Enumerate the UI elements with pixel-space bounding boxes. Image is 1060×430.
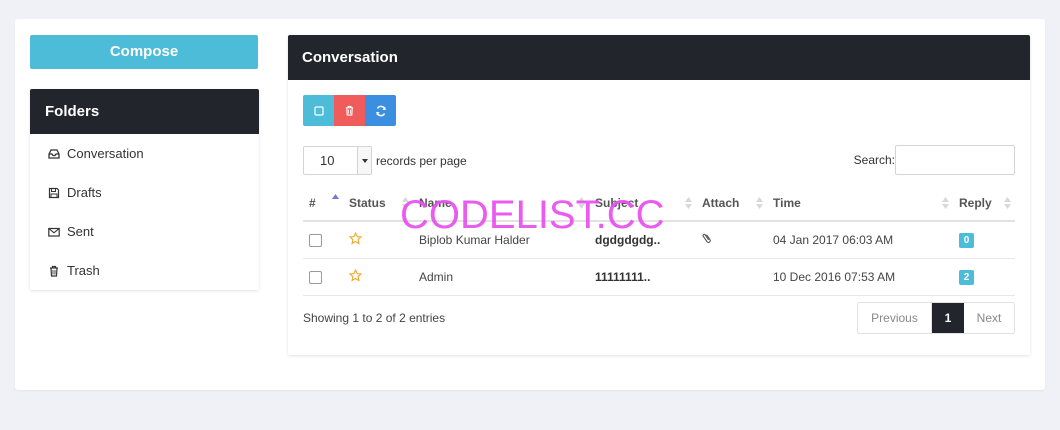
sort-icon (402, 197, 409, 209)
toolbar (303, 95, 396, 126)
row-attach-cell (696, 258, 767, 296)
previous-page-button[interactable]: Previous (858, 303, 932, 333)
row-reply-cell: 0 (953, 221, 1015, 259)
search-input[interactable] (895, 145, 1015, 175)
folders-panel: Folders Conversation Drafts Sent Trash (30, 89, 259, 290)
square-icon (313, 105, 324, 116)
inbox-icon (48, 148, 60, 159)
row-checkbox[interactable] (309, 233, 322, 247)
row-status-cell (343, 258, 413, 296)
reply-count-badge: 0 (959, 232, 974, 248)
reply-count-badge: 2 (959, 269, 974, 285)
column-header-attach[interactable]: Attach (696, 185, 767, 222)
trash-icon (345, 105, 354, 116)
records-per-page: 10 records per page (303, 146, 467, 175)
trash-icon (50, 265, 58, 277)
table-info: Showing 1 to 2 of 2 entries (303, 311, 446, 325)
folder-item-label: Sent (67, 224, 94, 239)
sort-icon (1004, 197, 1011, 209)
row-attach-cell (696, 221, 767, 259)
folders-title: Folders (30, 89, 259, 134)
folder-item-drafts[interactable]: Drafts (30, 173, 259, 212)
column-header-status[interactable]: Status (343, 185, 413, 222)
conversation-panel: Conversation 10 records per page Search: (288, 35, 1030, 355)
column-header-subject[interactable]: Subject (589, 185, 696, 222)
search-label: Search: (853, 153, 895, 167)
table-header-row: # Status Name Subject Attach Time Reply (303, 185, 1015, 222)
folder-item-sent[interactable]: Sent (30, 212, 259, 251)
records-per-page-select[interactable]: 10 (303, 146, 372, 175)
folder-item-conversation[interactable]: Conversation (30, 134, 259, 173)
select-all-button[interactable] (303, 95, 334, 126)
delete-button[interactable] (334, 95, 365, 126)
row-name[interactable]: Biplob Kumar Halder (413, 221, 589, 259)
sort-icon (942, 197, 949, 209)
pagination: Previous 1 Next (857, 302, 1015, 334)
row-select-cell (303, 258, 343, 296)
column-header-name[interactable]: Name (413, 185, 589, 222)
star-icon[interactable] (348, 231, 363, 245)
envelope-icon (48, 227, 60, 237)
records-per-page-label: records per page (376, 153, 467, 168)
row-time: 04 Jan 2017 06:03 AM (767, 221, 953, 259)
save-icon (48, 187, 60, 198)
row-time: 10 Dec 2016 07:53 AM (767, 258, 953, 296)
folder-item-label: Trash (67, 263, 100, 278)
conversation-table: # Status Name Subject Attach Time Reply … (303, 185, 1015, 296)
paperclip-icon (702, 234, 711, 244)
sort-icon (756, 197, 763, 209)
row-name[interactable]: Admin (413, 258, 589, 296)
sort-icon (578, 197, 585, 209)
folder-item-trash[interactable]: Trash (30, 251, 259, 290)
folder-item-label: Drafts (67, 185, 102, 200)
current-page-button[interactable]: 1 (932, 303, 964, 333)
folder-item-label: Conversation (67, 146, 144, 161)
row-subject[interactable]: dgdgdgdg.. (589, 221, 696, 259)
next-page-button[interactable]: Next (964, 303, 1014, 333)
row-subject[interactable]: 11111111.. (589, 258, 696, 296)
sort-icon (685, 197, 692, 209)
row-status-cell (343, 221, 413, 259)
compose-button[interactable]: Compose (30, 35, 258, 69)
sort-asc-icon (332, 194, 339, 199)
row-checkbox[interactable] (309, 270, 322, 284)
refresh-button[interactable] (365, 95, 396, 126)
row-select-cell (303, 221, 343, 259)
row-reply-cell: 2 (953, 258, 1015, 296)
star-icon[interactable] (348, 268, 363, 282)
table-row[interactable]: Admin 11111111.. 10 Dec 2016 07:53 AM 2 (303, 258, 1015, 296)
table-row[interactable]: Biplob Kumar Halder dgdgdgdg.. 04 Jan 20… (303, 221, 1015, 259)
refresh-icon (375, 105, 386, 116)
column-header-reply[interactable]: Reply (953, 185, 1015, 222)
chevron-down-icon (357, 147, 371, 174)
panel-title: Conversation (288, 35, 1030, 80)
column-header-time[interactable]: Time (767, 185, 953, 222)
records-per-page-value: 10 (320, 153, 335, 168)
search-box: Search: (854, 145, 1015, 175)
column-header-number[interactable]: # (303, 185, 343, 222)
